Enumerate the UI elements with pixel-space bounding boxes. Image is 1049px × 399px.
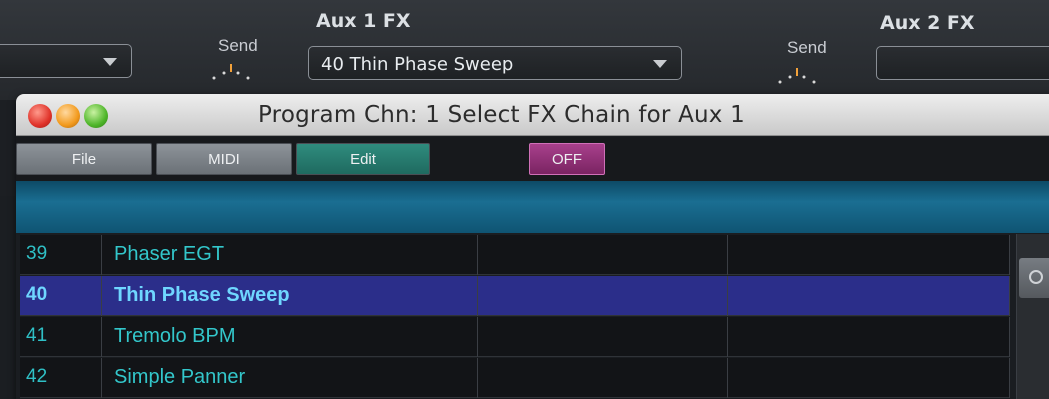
window-title: Program Chn: 1 Select FX Chain for Aux 1 (258, 102, 745, 128)
item-name: Thin Phase Sweep (114, 284, 290, 306)
list-item[interactable]: 39 Phaser EGT (20, 235, 1010, 275)
list-item[interactable]: 42 Simple Panner (20, 358, 1010, 398)
item-number: 39 (26, 243, 48, 264)
send-knob-aux1[interactable] (206, 62, 256, 82)
list-scrollbar[interactable] (1016, 234, 1049, 399)
item-name: Phaser EGT (114, 243, 225, 265)
aux1-fx-value: 40 Thin Phase Sweep (321, 54, 514, 75)
send-knob-aux2[interactable] (772, 66, 822, 86)
aux1-fx-title: Aux 1 FX (316, 10, 411, 32)
background-strip-edge (0, 196, 16, 399)
item-number: 40 (26, 284, 48, 305)
midi-button[interactable]: MIDI (156, 143, 292, 175)
window-toolbar: File MIDI Edit OFF (16, 137, 1049, 181)
edit-button[interactable]: Edit (296, 143, 430, 175)
item-number: 42 (26, 366, 48, 387)
close-window-button[interactable] (28, 104, 52, 128)
aux2-fx-dropdown[interactable] (876, 46, 1049, 80)
chevron-down-icon (103, 58, 117, 66)
aux2-fx-title: Aux 2 FX (880, 12, 975, 34)
grip-icon (1029, 270, 1043, 284)
chevron-down-icon (653, 60, 667, 68)
empty-cell (728, 235, 1010, 275)
fx-chain-window: Program Chn: 1 Select FX Chain for Aux 1… (16, 94, 1049, 399)
aux1-fx-dropdown[interactable]: 40 Thin Phase Sweep (308, 46, 682, 80)
item-name: Tremolo BPM (114, 325, 236, 347)
empty-cell (728, 276, 1010, 316)
send-label-aux2: Send (787, 38, 827, 57)
zoom-window-button[interactable] (84, 104, 108, 128)
empty-cell (478, 317, 728, 357)
list-item[interactable]: 41 Tremolo BPM (20, 317, 1010, 357)
scrollbar-thumb[interactable] (1019, 258, 1049, 298)
send-label-aux1: Send (218, 36, 258, 55)
prev-dropdown[interactable] (0, 44, 132, 78)
file-button[interactable]: File (16, 143, 152, 175)
list-item-selected[interactable]: 40 Thin Phase Sweep (20, 276, 1010, 316)
empty-cell (728, 358, 1010, 398)
off-toggle-button[interactable]: OFF (529, 143, 605, 175)
window-titlebar[interactable]: Program Chn: 1 Select FX Chain for Aux 1 (16, 94, 1049, 136)
empty-cell (478, 358, 728, 398)
empty-cell (478, 235, 728, 275)
header-bar (16, 181, 1049, 233)
empty-cell (728, 317, 1010, 357)
mixer-strip: Send Aux 1 FX 40 Thin Phase Sweep Send A… (0, 0, 1049, 100)
item-number: 41 (26, 325, 48, 346)
empty-cell (478, 276, 728, 316)
minimize-window-button[interactable] (56, 104, 80, 128)
item-name: Simple Panner (114, 366, 246, 388)
